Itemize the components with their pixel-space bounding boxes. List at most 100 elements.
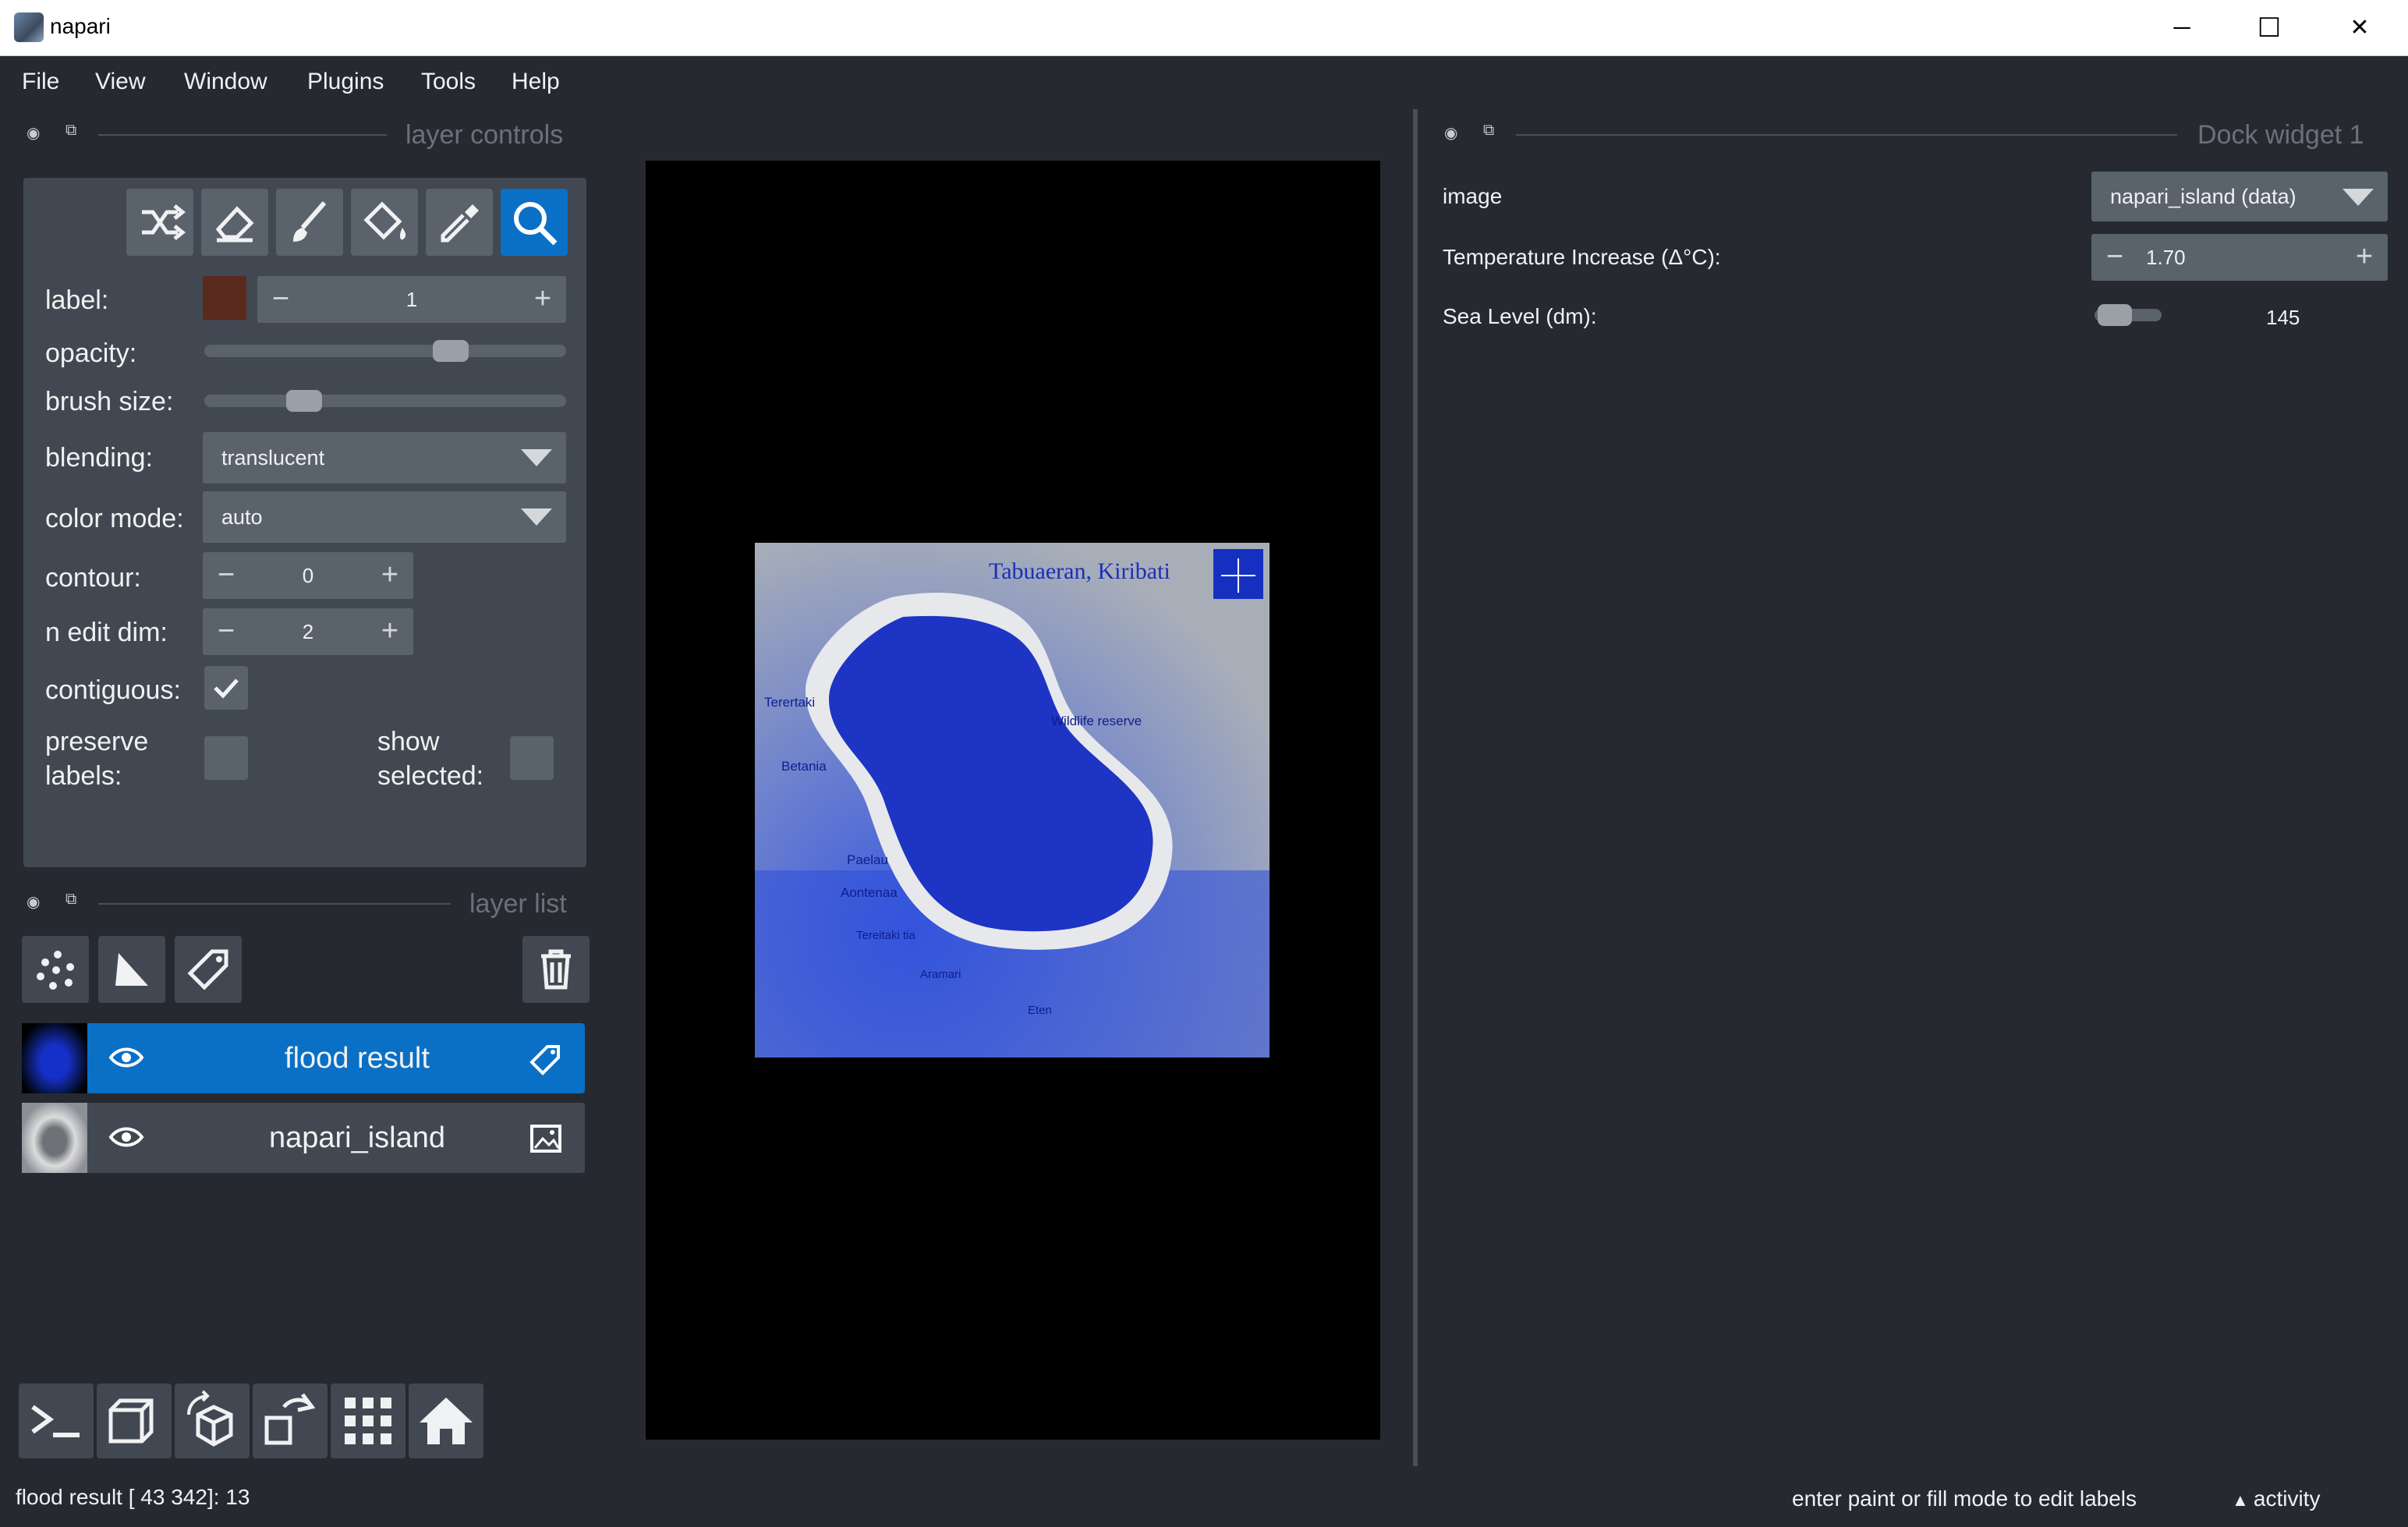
n-edit-dim-value[interactable]: 2 — [250, 608, 367, 655]
dock-hide-icon[interactable]: ◉ — [27, 123, 40, 143]
status-text: flood result [ 43 342]: 13 — [16, 1485, 250, 1509]
place-label: Wildlife reserve — [1051, 714, 1142, 728]
delete-layer-button[interactable] — [522, 936, 590, 1003]
contiguous-checkbox[interactable] — [204, 666, 248, 710]
eye-icon[interactable] — [108, 1042, 145, 1077]
grid-view-button[interactable] — [331, 1384, 405, 1458]
layer-row-napari-island[interactable]: napari_island — [22, 1103, 585, 1173]
new-shapes-layer-button[interactable] — [98, 936, 165, 1003]
temperature-spinbox[interactable]: − 1.70 + — [2091, 234, 2388, 281]
close-button[interactable]: ✕ — [2336, 11, 2383, 45]
contour-value[interactable]: 0 — [250, 552, 367, 599]
dock-splitter[interactable] — [1413, 109, 1418, 1466]
label-color-swatch[interactable] — [203, 276, 246, 320]
increment-icon[interactable]: + — [2344, 234, 2385, 281]
image-dropdown[interactable]: napari_island (data) — [2091, 172, 2388, 221]
trash-icon — [541, 949, 571, 990]
activity-button[interactable]: ▲ activity — [2232, 1486, 2320, 1511]
eye-icon[interactable] — [108, 1121, 145, 1157]
n-edit-dim-label: n edit dim: — [45, 618, 168, 647]
layer-name[interactable]: flood result — [147, 1023, 568, 1093]
label-label: label: — [45, 285, 109, 315]
place-label: Tereitaki tia — [856, 929, 916, 942]
chevron-down-icon — [2342, 189, 2374, 206]
decrement-icon[interactable]: − — [2095, 234, 2135, 281]
island-render: Tabuaeran, Kiribati Terertaki Betania Wi… — [755, 543, 1270, 1058]
fill-bucket-icon — [363, 201, 406, 240]
new-points-layer-button[interactable] — [22, 936, 89, 1003]
erase-button[interactable] — [201, 189, 268, 256]
napari-logo-icon — [14, 12, 44, 42]
opacity-slider-handle[interactable] — [432, 340, 469, 362]
decrement-icon[interactable]: − — [206, 608, 246, 655]
window-title: napari — [50, 14, 111, 38]
menu-tools[interactable]: Tools — [421, 69, 476, 95]
image-dropdown-value: napari_island (data) — [2110, 185, 2296, 208]
image-label: image — [1443, 184, 1503, 208]
transpose-icon — [264, 1393, 316, 1445]
color-mode-value: auto — [221, 505, 263, 529]
brush-size-label: brush size: — [45, 387, 174, 416]
dock-hide-icon[interactable]: ◉ — [1444, 123, 1457, 143]
minimize-button[interactable]: ─ — [2158, 11, 2205, 45]
new-labels-layer-button[interactable] — [175, 936, 242, 1003]
chevron-down-icon — [521, 449, 552, 466]
menu-plugins[interactable]: Plugins — [307, 69, 384, 95]
dock-hide-icon[interactable]: ◉ — [27, 892, 40, 912]
label-spinbox[interactable]: − 1 + — [257, 276, 566, 323]
brush-size-slider-track[interactable] — [204, 395, 566, 407]
image-icon — [529, 1121, 563, 1160]
island-image[interactable]: Tabuaeran, Kiribati Terertaki Betania Wi… — [755, 543, 1270, 1058]
blending-dropdown[interactable]: translucent — [203, 432, 566, 484]
dock-float-icon[interactable]: ⧉ — [1483, 122, 1494, 140]
paint-button[interactable] — [276, 189, 343, 256]
reset-view-button[interactable] — [409, 1384, 483, 1458]
label-value[interactable]: 1 — [304, 276, 519, 323]
brush-size-slider-handle[interactable] — [285, 390, 322, 412]
maximize-button[interactable]: ☐ — [2246, 11, 2293, 45]
show-selected-checkbox[interactable] — [510, 736, 554, 780]
increment-icon[interactable]: + — [522, 276, 563, 323]
pick-button[interactable] — [426, 189, 493, 256]
menu-file[interactable]: File — [22, 69, 59, 95]
terminal-icon — [31, 1405, 80, 1437]
contour-label: contour: — [45, 563, 141, 593]
n-edit-dim-spinbox[interactable]: − 2 + — [203, 608, 413, 655]
transpose-dimensions-button[interactable] — [253, 1384, 328, 1458]
decrement-icon[interactable]: − — [206, 552, 246, 599]
layer-row-flood-result[interactable]: flood result — [22, 1023, 585, 1093]
temperature-value[interactable]: 1.70 — [2146, 234, 2224, 281]
contour-spinbox[interactable]: − 0 + — [203, 552, 413, 599]
place-label: Aramari — [920, 968, 961, 981]
menu-help[interactable]: Help — [512, 69, 560, 95]
title-bar: napari ─ ☐ ✕ — [0, 0, 2408, 56]
increment-icon[interactable]: + — [370, 608, 410, 655]
shuffle-colors-button[interactable] — [126, 189, 193, 256]
sea-level-slider-handle[interactable] — [2098, 304, 2133, 326]
temperature-label: Temperature Increase (Δ°C): — [1443, 245, 1721, 269]
color-mode-dropdown[interactable]: auto — [203, 491, 566, 543]
roll-dimensions-button[interactable] — [175, 1384, 250, 1458]
dock-float-icon[interactable]: ⧉ — [66, 891, 76, 909]
dock-float-icon[interactable]: ⧉ — [66, 122, 76, 140]
shapes-icon — [115, 953, 148, 986]
preserve-labels-label-line1: preserve — [45, 727, 149, 756]
dock-title-line — [1516, 134, 2177, 136]
points-icon — [37, 951, 74, 990]
toggle-ndisplay-button[interactable] — [97, 1384, 172, 1458]
layer-name[interactable]: napari_island — [147, 1103, 568, 1173]
fill-button[interactable] — [351, 189, 418, 256]
increment-icon[interactable]: + — [370, 552, 410, 599]
pan-zoom-button[interactable] — [501, 189, 568, 256]
opacity-slider-track[interactable] — [204, 345, 566, 357]
preserve-labels-label-line2: labels: — [45, 761, 122, 791]
show-selected-label-line2: selected: — [377, 761, 484, 791]
decrement-icon[interactable]: − — [260, 276, 301, 323]
rotate-cube-icon — [187, 1390, 233, 1447]
menu-window[interactable]: Window — [184, 69, 267, 95]
console-button[interactable] — [19, 1384, 94, 1458]
menu-view[interactable]: View — [95, 69, 145, 95]
place-label: Betania — [781, 759, 827, 774]
labels-icon — [529, 1042, 563, 1080]
preserve-labels-checkbox[interactable] — [204, 736, 248, 780]
